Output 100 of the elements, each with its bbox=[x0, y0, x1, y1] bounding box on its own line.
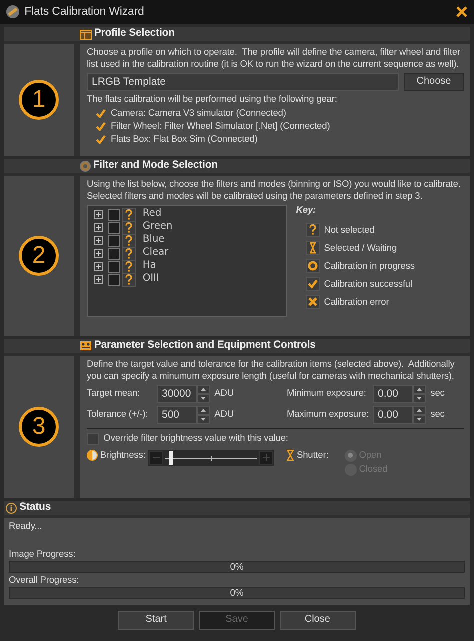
number-field[interactable]: 0.00 bbox=[373, 406, 413, 424]
section-title: Filter and Mode Selection bbox=[93, 159, 218, 173]
check-icon bbox=[96, 135, 106, 144]
step-number: 3 bbox=[19, 407, 59, 447]
expand-icon bbox=[94, 223, 103, 232]
check-icon bbox=[96, 122, 106, 132]
check-icon bbox=[306, 277, 320, 292]
progress-label: Overall Progress: bbox=[9, 575, 80, 587]
brightness-slider[interactable] bbox=[148, 450, 274, 466]
hourglass-icon bbox=[286, 450, 295, 461]
expand-button[interactable] bbox=[94, 223, 103, 232]
expand-icon bbox=[94, 236, 103, 246]
field-label: Tolerance (+/-): bbox=[87, 409, 150, 422]
unit-label: sec bbox=[430, 409, 445, 422]
checkbox[interactable] bbox=[108, 260, 120, 273]
close-button[interactable] bbox=[456, 6, 468, 18]
window-title: Flats Calibration Wizard bbox=[24, 4, 146, 20]
field-label: Maximum exposure: bbox=[287, 409, 370, 422]
step-number: 2 bbox=[19, 236, 59, 276]
expand-icon bbox=[94, 275, 103, 284]
spin-up-button[interactable] bbox=[413, 406, 426, 416]
gear-item: Camera: Camera V3 simulator (Connected) bbox=[110, 108, 286, 120]
checkbox[interactable] bbox=[108, 274, 120, 286]
checkbox[interactable] bbox=[108, 208, 120, 221]
up-arrow-icon bbox=[417, 409, 422, 412]
question-icon bbox=[122, 208, 136, 222]
up-arrow-icon bbox=[201, 409, 206, 412]
down-arrow-icon bbox=[201, 397, 206, 400]
checkbox[interactable] bbox=[108, 234, 120, 247]
spin-up-button[interactable] bbox=[197, 406, 210, 416]
override-label: Override filter brightness value with this value: bbox=[104, 433, 288, 446]
dialog-button[interactable]: Start bbox=[118, 610, 194, 630]
field-label: Target mean: bbox=[87, 388, 142, 400]
slider-thumb[interactable] bbox=[168, 450, 173, 465]
expand-icon bbox=[94, 249, 103, 258]
unit-label: ADU bbox=[214, 388, 234, 400]
step-number: 1 bbox=[19, 80, 59, 120]
check-icon bbox=[96, 109, 106, 118]
checkbox[interactable] bbox=[87, 433, 99, 446]
number-field[interactable]: 500 bbox=[157, 406, 197, 424]
expand-button[interactable] bbox=[94, 210, 103, 220]
question-icon bbox=[122, 260, 136, 274]
number-field[interactable]: 30000 bbox=[157, 385, 197, 404]
profile-field[interactable]: LRGB Template bbox=[87, 73, 400, 92]
expand-button[interactable] bbox=[94, 236, 103, 246]
key-label: Selected / Waiting bbox=[324, 242, 398, 254]
filter-name[interactable]: OIII bbox=[142, 273, 160, 286]
spin-up-button[interactable] bbox=[197, 385, 210, 394]
description-text: Define the target value and tolerance for the calibration items (selected above). Additionally you can specify a minumum exposure length (useful for cameras with mechanical shutters). bbox=[87, 359, 456, 382]
key-title: Key: bbox=[296, 205, 318, 217]
question-icon bbox=[122, 220, 136, 235]
expand-button[interactable] bbox=[94, 275, 103, 284]
filter-name[interactable]: Ha bbox=[142, 260, 156, 273]
description-text: Using the list below, choose the filters and modes (binning or ISO) you would like to calibrate. Selected filters and modes will be calibrated using the parameters defined in step 3. bbox=[87, 179, 462, 202]
spin-down-button[interactable] bbox=[413, 394, 426, 404]
spin-down-button[interactable] bbox=[413, 415, 426, 424]
down-arrow-icon bbox=[201, 418, 206, 422]
section-title: Status bbox=[20, 501, 52, 515]
key-label: Calibration successful bbox=[324, 278, 412, 290]
choose-button[interactable]: Choose bbox=[404, 73, 464, 92]
question-icon bbox=[122, 234, 136, 248]
status-message: Ready... bbox=[9, 521, 44, 533]
spin-up-button[interactable] bbox=[413, 385, 426, 394]
filter-wheel-icon bbox=[80, 160, 91, 172]
key-label: Calibration in progress bbox=[324, 260, 415, 272]
up-arrow-icon bbox=[417, 388, 422, 392]
section-title: Profile Selection bbox=[94, 27, 175, 41]
description-text: Choose a profile on which to operate. The profile will define the camera, filter wheel and filter list used in the calibration routine (it is OK to run the wizard on the current sequence as well). bbox=[87, 47, 462, 70]
progress-label: Image Progress: bbox=[9, 549, 77, 561]
expand-button[interactable] bbox=[94, 262, 103, 272]
checkbox[interactable] bbox=[108, 222, 120, 234]
section-title: Parameter Selection and Equipment Controls bbox=[94, 339, 316, 353]
filter-name[interactable]: Blue bbox=[142, 234, 165, 247]
down-arrow-icon bbox=[417, 418, 422, 422]
unit-label: sec bbox=[430, 388, 445, 400]
progress-reading: 0% bbox=[230, 588, 244, 599]
up-arrow-icon bbox=[201, 388, 206, 392]
down-arrow-icon bbox=[417, 397, 422, 400]
profile-icon bbox=[80, 28, 92, 40]
question-icon bbox=[122, 246, 136, 261]
unit-label: ADU bbox=[214, 409, 234, 422]
number-field[interactable]: 0.00 bbox=[373, 385, 413, 404]
expand-button[interactable] bbox=[94, 249, 103, 258]
plus-icon bbox=[262, 454, 270, 462]
close-icon bbox=[456, 6, 468, 18]
gear-intro-text: The flats calibration will be performed using the following gear: bbox=[87, 94, 338, 106]
expand-icon bbox=[94, 210, 103, 220]
dialog-button[interactable]: Close bbox=[280, 610, 356, 630]
spin-down-button[interactable] bbox=[197, 415, 210, 424]
question-icon bbox=[306, 223, 320, 238]
filter-name[interactable]: Green bbox=[142, 221, 173, 234]
key-label: Not selected bbox=[324, 224, 375, 236]
filter-name[interactable]: Red bbox=[142, 208, 162, 221]
expand-icon bbox=[94, 262, 103, 272]
question-icon bbox=[122, 272, 136, 287]
progress-reading: 0% bbox=[230, 562, 244, 573]
hourglass-icon bbox=[306, 241, 320, 256]
filter-name[interactable]: Clear bbox=[142, 247, 169, 260]
spin-down-button[interactable] bbox=[197, 394, 210, 404]
checkbox[interactable] bbox=[108, 248, 120, 260]
